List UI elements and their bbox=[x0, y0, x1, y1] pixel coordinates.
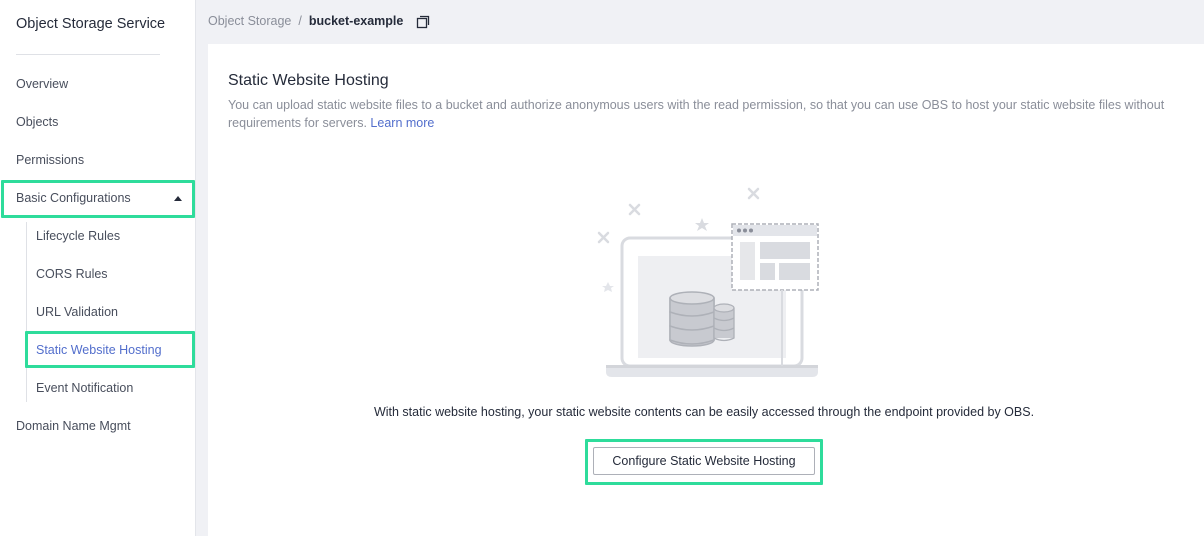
sidebar: Object Storage Service Overview Objects … bbox=[0, 0, 196, 536]
sidebar-item-domain-name-mgmt[interactable]: Domain Name Mgmt bbox=[16, 419, 131, 433]
breadcrumb-root[interactable]: Object Storage bbox=[208, 14, 291, 28]
highlight-basic-configurations bbox=[1, 180, 195, 218]
page-title: Static Website Hosting bbox=[228, 72, 389, 89]
breadcrumb-separator: / bbox=[298, 14, 302, 28]
sidebar-item-lifecycle-rules[interactable]: Lifecycle Rules bbox=[36, 229, 120, 243]
breadcrumb: Object Storage / bucket-example bbox=[208, 14, 403, 28]
highlight-configure-button bbox=[585, 439, 823, 485]
empty-state-text: With static website hosting, your static… bbox=[373, 405, 1035, 419]
laptop-database-illustration bbox=[597, 187, 819, 377]
learn-more-link[interactable]: Learn more bbox=[370, 116, 434, 130]
sidebar-item-overview[interactable]: Overview bbox=[16, 77, 68, 91]
sidebar-item-objects[interactable]: Objects bbox=[16, 115, 58, 129]
copy-icon[interactable] bbox=[416, 15, 430, 29]
sidebar-item-cors-rules[interactable]: CORS Rules bbox=[36, 267, 108, 281]
sidebar-item-url-validation[interactable]: URL Validation bbox=[36, 305, 118, 319]
description-text: You can upload static website files to a… bbox=[228, 98, 1165, 130]
highlight-static-website-hosting bbox=[25, 331, 195, 368]
sidebar-item-event-notification[interactable]: Event Notification bbox=[36, 381, 133, 395]
sidebar-divider bbox=[16, 54, 160, 55]
breadcrumb-current: bucket-example bbox=[308, 14, 404, 28]
sidebar-title: Object Storage Service bbox=[16, 16, 166, 32]
main-panel: Static Website Hosting You can upload st… bbox=[208, 44, 1204, 536]
sidebar-item-permissions[interactable]: Permissions bbox=[16, 153, 84, 167]
page-description: You can upload static website files to a… bbox=[228, 97, 1178, 132]
submenu-line bbox=[26, 222, 27, 402]
